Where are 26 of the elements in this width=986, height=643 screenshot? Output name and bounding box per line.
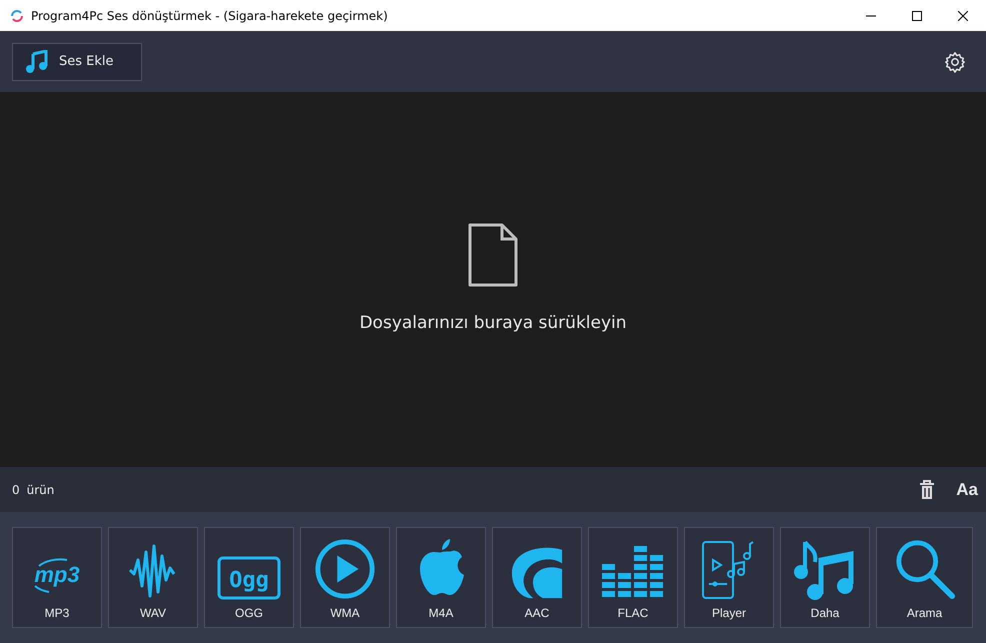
play-circle-icon: [314, 538, 376, 600]
format-button[interactable]: Daha: [780, 527, 870, 628]
format-button[interactable]: M4A: [396, 527, 486, 628]
drop-hint: Dosyalarınızı buraya sürükleyin: [359, 312, 627, 332]
item-count: 0: [12, 482, 20, 496]
add-audio-button[interactable]: Ses Ekle: [12, 42, 142, 80]
format-button[interactable]: Player: [684, 527, 774, 628]
ogg-logo-icon: Ogg: [217, 556, 281, 600]
settings-icon[interactable]: [944, 50, 966, 72]
app-logo-icon: [9, 8, 25, 24]
format-button[interactable]: WMA: [300, 527, 390, 628]
format-button[interactable]: Arama: [876, 527, 973, 628]
format-button[interactable]: WAV: [108, 527, 198, 628]
format-button[interactable]: AAC: [492, 527, 582, 628]
format-button[interactable]: FLAC: [588, 527, 678, 628]
format-button[interactable]: mp3 MP3: [12, 527, 102, 628]
format-button[interactable]: Ogg OGG: [204, 527, 294, 628]
maximize-icon[interactable]: [912, 10, 922, 20]
close-icon[interactable]: [958, 10, 968, 20]
trash-icon[interactable]: [919, 480, 936, 500]
font-button[interactable]: Aa: [956, 480, 978, 500]
item-count-label: ürün: [26, 482, 54, 496]
window-title: Program4Pc Ses dönüştürmek - (Sigara-harekete geçirmek): [31, 8, 388, 22]
music-note-icon: [25, 50, 49, 74]
search-icon: [894, 538, 956, 600]
document-icon: [468, 222, 518, 286]
